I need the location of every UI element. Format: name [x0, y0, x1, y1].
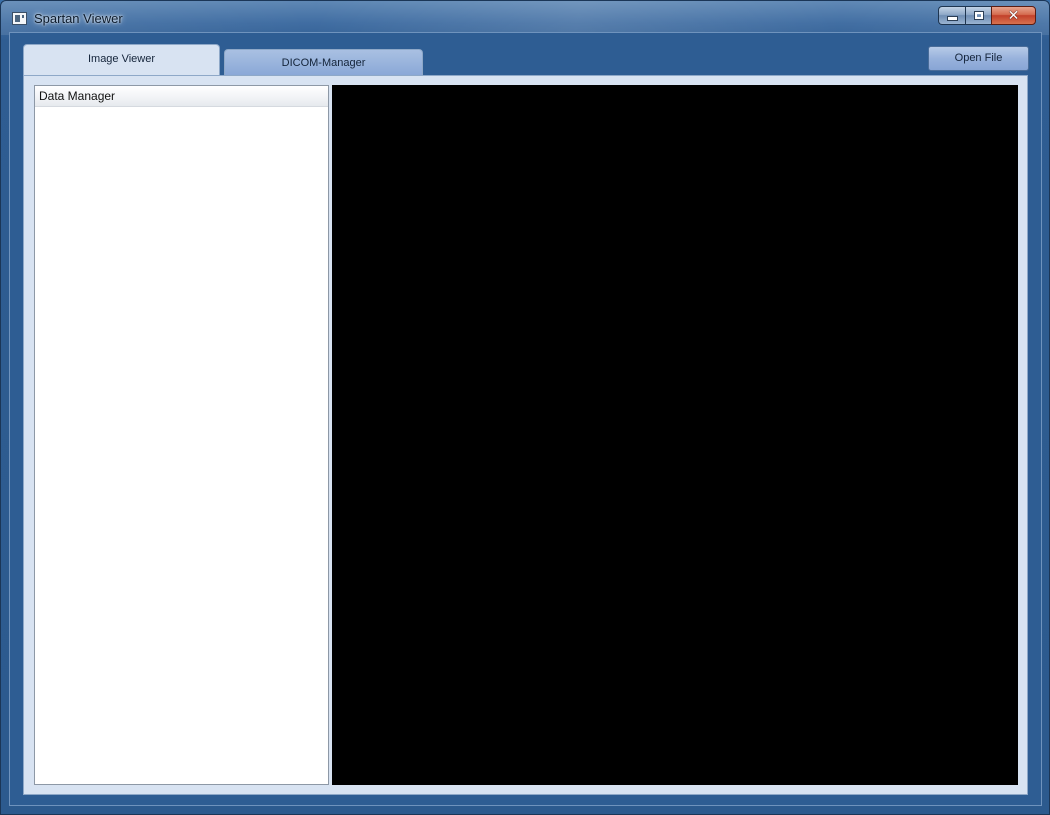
tab-image-viewer[interactable]: Image Viewer: [23, 44, 220, 75]
main-window: Spartan Viewer ✕ Image Viewer DICOM-Mana…: [0, 0, 1050, 815]
open-file-button[interactable]: Open File: [928, 46, 1029, 71]
minimize-button[interactable]: [938, 6, 965, 25]
minimize-icon: [946, 16, 958, 21]
app-window-icon[interactable]: [12, 12, 27, 25]
data-manager-header[interactable]: Data Manager: [35, 86, 328, 107]
image-viewer-panel: Data Manager: [23, 75, 1028, 795]
window-title: Spartan Viewer: [34, 11, 123, 26]
tab-dicom-manager[interactable]: DICOM-Manager: [224, 49, 423, 75]
data-manager-tree[interactable]: Data Manager: [34, 85, 329, 785]
title-bar[interactable]: Spartan Viewer ✕: [1, 1, 1049, 33]
close-icon: ✕: [1007, 7, 1020, 24]
client-area: Image Viewer DICOM-Manager Open File Dat…: [9, 32, 1042, 806]
image-viewport[interactable]: [332, 85, 1018, 785]
maximize-button[interactable]: [965, 6, 991, 25]
close-button[interactable]: ✕: [991, 6, 1036, 25]
maximize-icon: [973, 11, 984, 20]
caption-buttons: ✕: [938, 6, 1036, 25]
